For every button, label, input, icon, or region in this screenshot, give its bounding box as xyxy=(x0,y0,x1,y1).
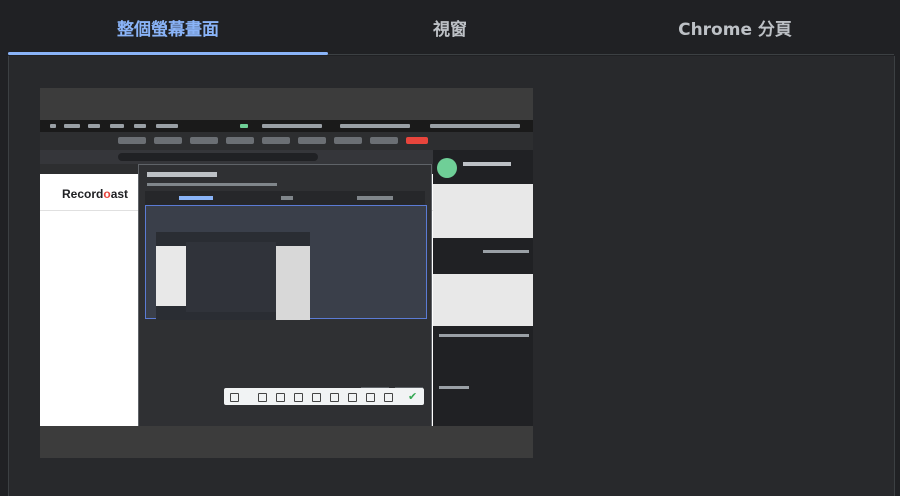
preview-logo: Recordoast xyxy=(62,187,129,201)
preview-side-panel xyxy=(433,150,533,426)
tab-chrome-tab[interactable]: Chrome 分頁 xyxy=(575,0,895,56)
preview-browser-tabs xyxy=(40,132,533,150)
source-tabs: 整個螢幕畫面 視窗 Chrome 分頁 xyxy=(0,0,900,56)
preview-address-bar xyxy=(40,150,433,164)
tab-window[interactable]: 視窗 xyxy=(290,0,610,56)
preview-annotation-toolbar: ✔ xyxy=(224,388,424,405)
active-tab-indicator xyxy=(8,52,328,55)
check-icon: ✔ xyxy=(408,390,418,403)
avatar xyxy=(437,158,457,178)
screen-preview: Recordoast ✔ xyxy=(40,120,533,426)
screen-thumbnail[interactable]: Recordoast ✔ xyxy=(40,88,533,458)
preview-share-dialog xyxy=(138,164,432,426)
preview-menubar xyxy=(40,120,533,132)
tab-entire-screen[interactable]: 整個螢幕畫面 xyxy=(8,0,328,56)
